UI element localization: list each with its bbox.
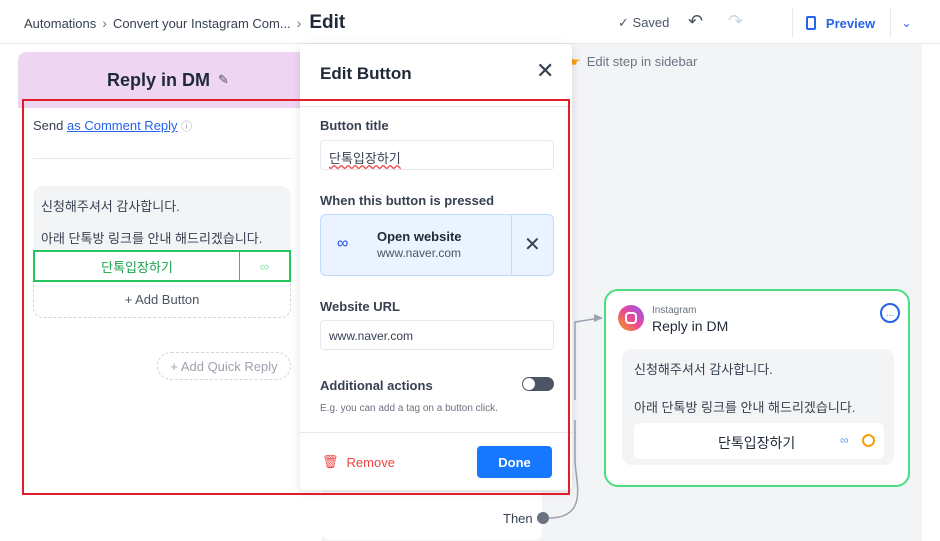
node-message-button: 단톡입장하기 ∞ xyxy=(634,423,884,459)
step-header: Reply in DM ✎ xyxy=(18,52,318,108)
done-label: Done xyxy=(498,454,531,470)
website-url-value: www.naver.com xyxy=(329,329,414,343)
message-line-1: 신청해주셔서 감사합니다. xyxy=(41,199,180,214)
additional-actions-label: Additional actions xyxy=(320,378,433,393)
modal-title: Edit Button xyxy=(320,64,412,83)
message-button[interactable]: 단톡입장하기 ∞ xyxy=(33,250,291,282)
edit-hint: ☛ Edit step in sidebar xyxy=(570,54,697,69)
divider xyxy=(300,106,572,107)
close-icon[interactable]: ✕ xyxy=(524,232,541,257)
instagram-icon xyxy=(618,305,644,331)
divider xyxy=(33,158,291,159)
send-prefix: Send xyxy=(33,118,64,133)
node-source: Instagram xyxy=(652,305,697,316)
then-connector-handle[interactable] xyxy=(537,512,549,524)
website-url-input[interactable]: www.naver.com xyxy=(320,320,554,350)
link-icon: ∞ xyxy=(239,252,289,280)
preview-dropdown[interactable]: ⌄ xyxy=(890,8,922,38)
node-message-line-1: 신청해주셔서 감사합니다. xyxy=(634,362,773,377)
add-button-label: + Add Button xyxy=(124,292,200,307)
saved-status: ✓ Saved xyxy=(618,15,669,31)
node-message-bubble: 신청해주셔서 감사합니다. 아래 단톡방 링크를 안내 해드리겠습니다. 단톡입… xyxy=(622,349,894,465)
then-label: Then xyxy=(503,511,533,526)
check-icon: ✓ xyxy=(618,15,629,30)
link-icon: ∞ xyxy=(840,433,849,447)
send-mode-link[interactable]: as Comment Reply xyxy=(67,118,178,133)
step-title: Reply in DM xyxy=(107,69,211,90)
button-title-label: Button title xyxy=(320,118,389,133)
help-icon[interactable]: ⓘ xyxy=(181,121,192,133)
website-url-label: Website URL xyxy=(320,299,400,314)
phone-icon xyxy=(805,16,816,30)
add-button[interactable]: + Add Button xyxy=(33,282,291,318)
additional-actions-hint: E.g. you can add a tag on a button click… xyxy=(320,403,498,414)
preview-label: Preview xyxy=(825,15,876,31)
action-card[interactable]: ∞ Open website www.naver.com ✕ xyxy=(320,214,554,276)
top-bar: Automations › Convert your Instagram Com… xyxy=(0,0,940,44)
comment-icon: … xyxy=(880,303,900,323)
connector-dot[interactable] xyxy=(862,434,875,447)
button-title-input[interactable]: 단톡입장하기 xyxy=(320,140,554,170)
link-icon: ∞ xyxy=(337,235,349,252)
add-quick-reply-label: + Add Quick Reply xyxy=(170,358,278,374)
chevron-right-icon: › xyxy=(102,15,107,31)
breadcrumb-flow[interactable]: Convert your Instagram Com... xyxy=(113,16,291,31)
send-mode-row: Send as Comment Reply ⓘ xyxy=(33,118,192,134)
remove-label: Remove xyxy=(346,454,395,470)
add-quick-reply-button[interactable]: + Add Quick Reply xyxy=(157,352,291,380)
pencil-icon[interactable]: ✎ xyxy=(218,72,229,88)
toggle-knob xyxy=(523,378,535,390)
divider xyxy=(300,432,572,433)
saved-label: Saved xyxy=(632,15,670,30)
step-sidebar: Reply in DM ✎ Send as Comment Reply ⓘ 신청… xyxy=(18,44,322,541)
divider xyxy=(511,215,512,275)
edit-button-modal: Edit Button ✕ Button title 단톡입장하기 When t… xyxy=(300,44,572,490)
breadcrumb: Automations › Convert your Instagram Com… xyxy=(24,12,345,34)
chevron-right-icon: › xyxy=(296,15,302,31)
when-pressed-label: When this button is pressed xyxy=(320,193,495,208)
node-message-line-2: 아래 단톡방 링크를 안내 해드리겠습니다. xyxy=(634,400,856,415)
redo-icon[interactable]: ↷ xyxy=(728,11,743,32)
action-subtitle: www.naver.com xyxy=(377,246,462,260)
message-button-label: 단톡입장하기 xyxy=(101,259,173,275)
additional-actions-toggle[interactable] xyxy=(522,377,554,391)
done-button[interactable]: Done xyxy=(477,446,552,478)
remove-button[interactable]: 🗑 Remove xyxy=(322,454,395,470)
trash-icon: 🗑 xyxy=(322,454,339,469)
button-title-value: 단톡입장하기 xyxy=(329,151,401,166)
page-title: Edit xyxy=(309,12,346,33)
preview-button[interactable]: Preview xyxy=(792,8,888,38)
undo-icon[interactable]: ↶ xyxy=(688,11,703,32)
instagram-reply-node[interactable]: Instagram Reply in DM … 신청해주셔서 감사합니다. 아래… xyxy=(604,289,910,487)
message-bubble[interactable]: 신청해주셔서 감사합니다. 아래 단톡방 링크를 안내 해드리겠습니다. xyxy=(33,186,291,254)
node-button-label: 단톡입장하기 xyxy=(718,435,796,451)
edit-hint-label: Edit step in sidebar xyxy=(586,54,698,69)
breadcrumb-automations[interactable]: Automations xyxy=(24,16,96,31)
node-title: Reply in DM xyxy=(652,318,729,334)
chevron-down-icon: ⌄ xyxy=(901,16,912,30)
message-line-2: 아래 단톡방 링크를 안내 해드리겠습니다. xyxy=(41,231,263,246)
close-icon[interactable]: ✕ xyxy=(536,58,554,84)
action-title: Open website xyxy=(377,229,462,244)
